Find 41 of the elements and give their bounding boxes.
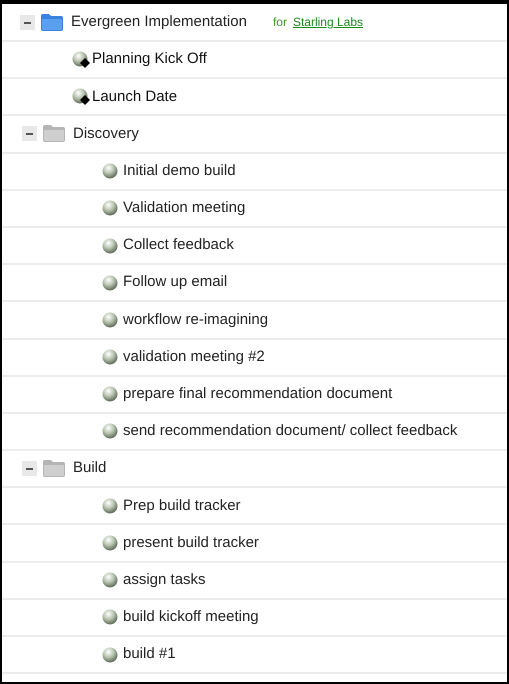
task-name[interactable]: Validation meeting (123, 197, 246, 220)
milestone-icon (72, 88, 92, 106)
project-name[interactable]: Evergreen Implementation (71, 10, 247, 34)
task-name[interactable]: Follow up email (123, 271, 228, 294)
task-name[interactable]: validation meeting #2 (123, 346, 265, 368)
task-name[interactable]: prepare final recommendation document (123, 383, 392, 406)
sphere-icon (102, 200, 118, 216)
sphere-icon (102, 163, 118, 180)
task-name[interactable]: workflow re-imagining (123, 308, 268, 332)
task-name[interactable]: Initial demo build (123, 160, 236, 182)
milestone-icon (72, 50, 92, 69)
folder-name[interactable]: Build (73, 457, 106, 480)
sphere-icon (102, 646, 118, 663)
collapse-icon[interactable] (22, 461, 37, 476)
collapse-icon[interactable] (22, 126, 37, 142)
task-name[interactable]: build #1 (123, 643, 176, 666)
sphere-icon (102, 609, 118, 626)
task-name[interactable]: Prep build tracker (123, 494, 241, 518)
sphere-icon (102, 423, 118, 440)
task-name[interactable]: send recommendation document/ collect feedback (123, 420, 458, 443)
collapse-icon[interactable] (20, 14, 35, 30)
sphere-icon (102, 238, 118, 254)
folder-icon (41, 14, 63, 30)
task-name[interactable]: Collect feedback (123, 234, 234, 257)
folder-icon (43, 125, 65, 142)
client-prefix: for (272, 14, 287, 31)
sphere-icon (102, 386, 118, 402)
milestone-name[interactable]: Launch Date (92, 86, 178, 108)
sphere-icon (102, 535, 118, 552)
sphere-icon (102, 349, 118, 366)
task-name[interactable]: assign tasks (123, 568, 206, 592)
milestone-name[interactable]: Planning Kick Off (92, 48, 207, 71)
sphere-icon (102, 498, 118, 514)
sphere-icon (102, 572, 118, 588)
folder-icon (43, 460, 65, 478)
sphere-icon (102, 312, 118, 328)
task-name[interactable]: present build tracker (123, 532, 259, 554)
task-name[interactable]: build kickoff meeting (123, 606, 259, 629)
folder-name[interactable]: Discovery (73, 122, 139, 146)
client-link[interactable]: Starling Labs (292, 13, 363, 31)
sphere-icon (102, 274, 118, 291)
